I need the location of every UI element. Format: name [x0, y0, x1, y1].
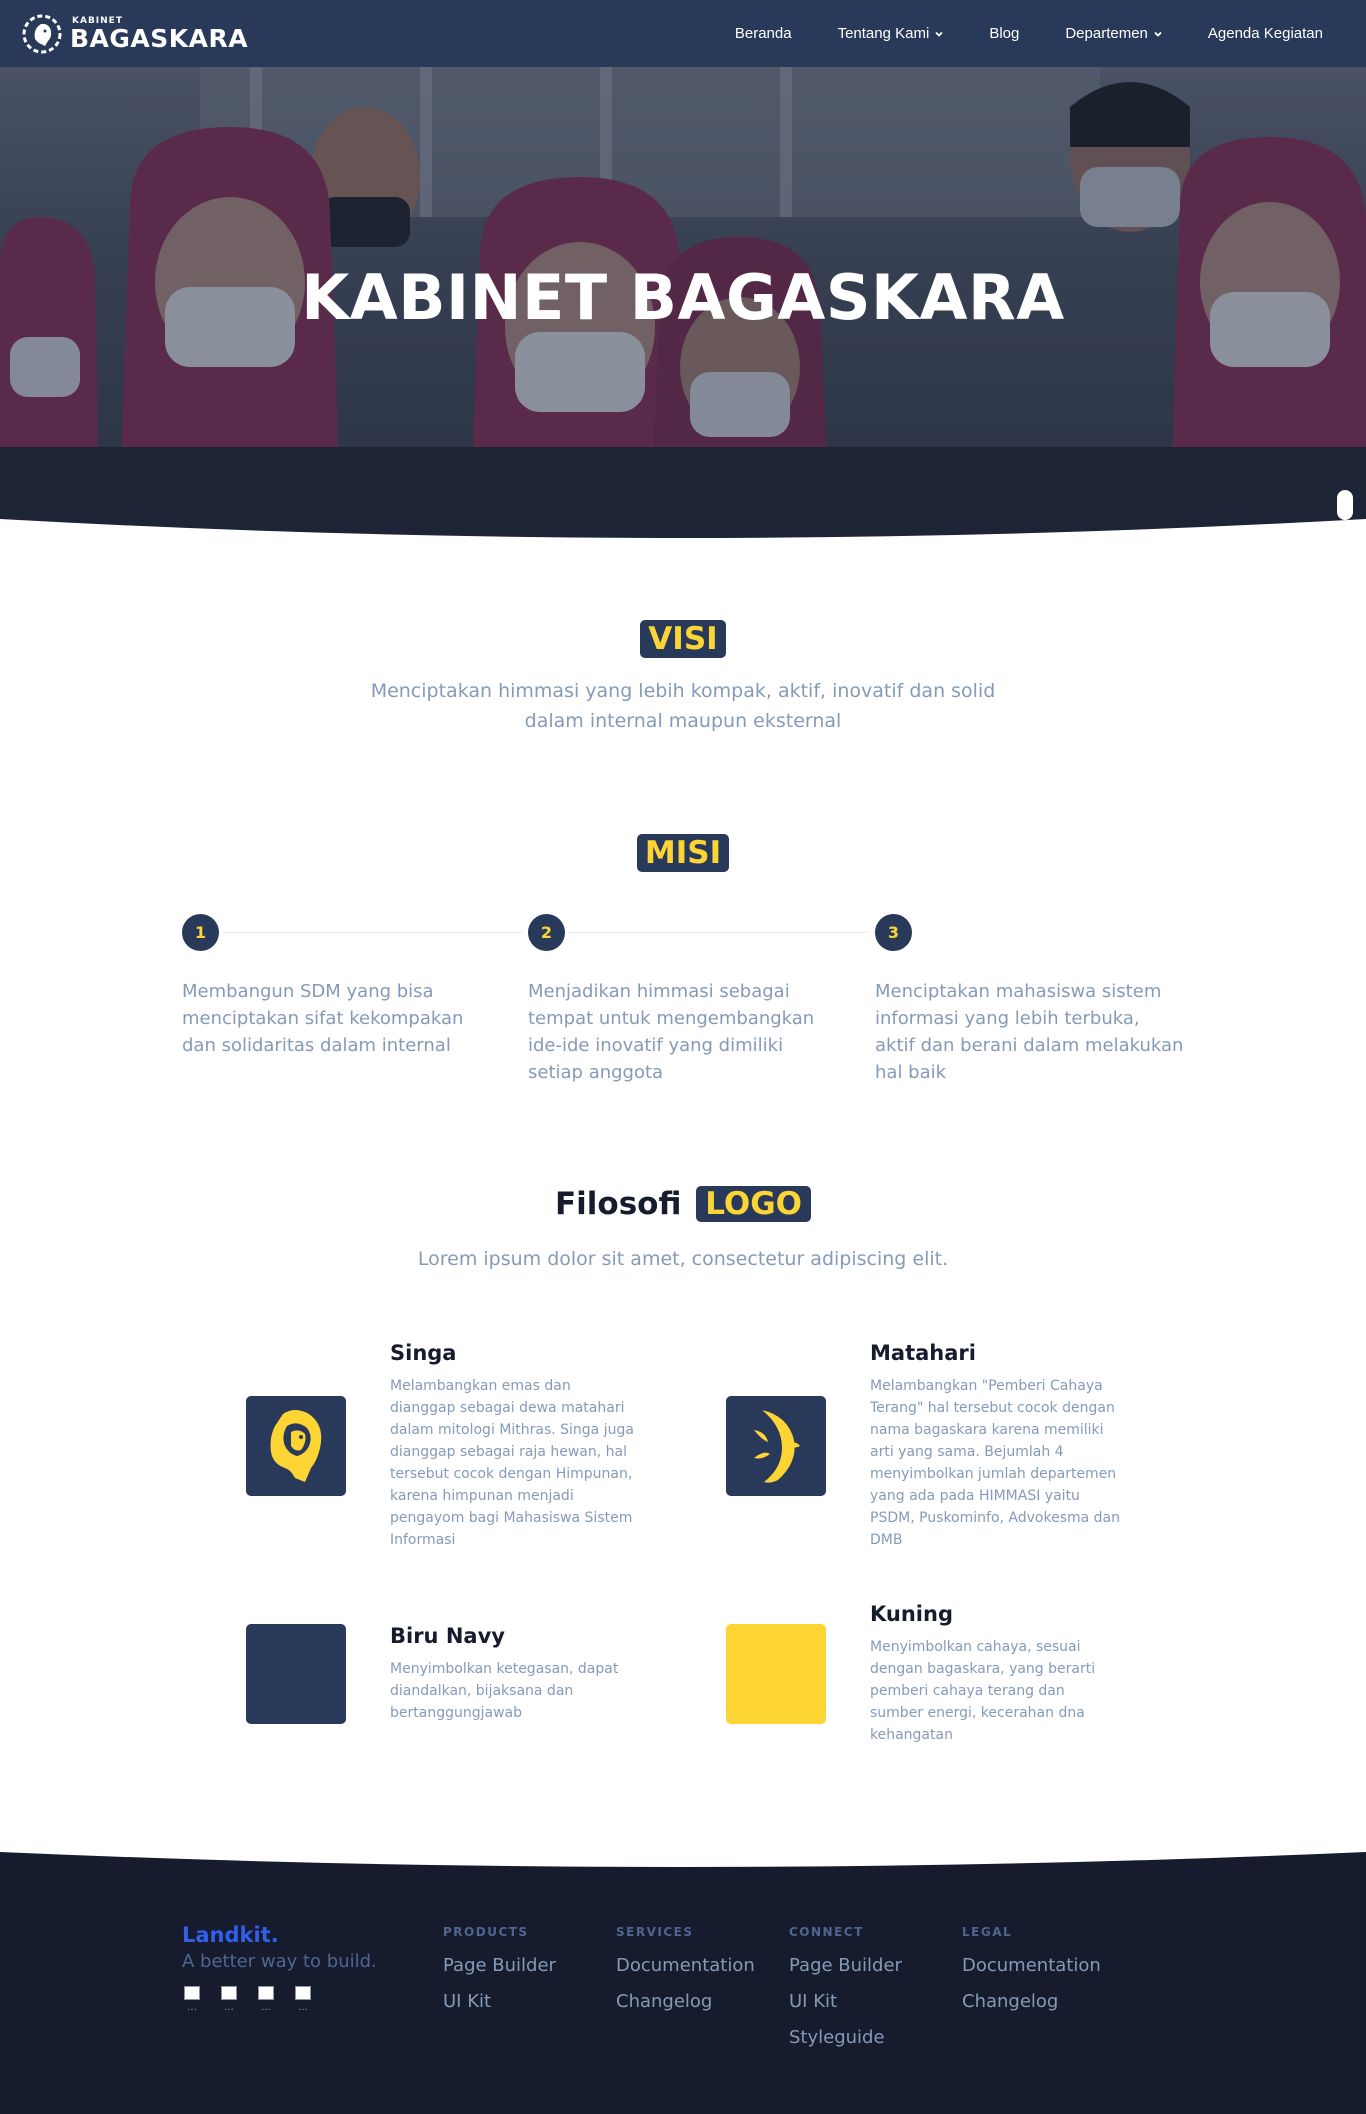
step-number: 3	[875, 914, 912, 951]
navy-color-swatch	[246, 1624, 346, 1724]
feature-text: Menyimbolkan ketegasan, dapat diandalkan…	[390, 1661, 619, 1721]
brand-logo[interactable]: KABINET BAGASKARA	[20, 12, 248, 56]
yellow-color-swatch	[726, 1624, 826, 1724]
footer-link[interactable]: Documentation	[962, 1955, 1101, 1976]
footer-socials: ... ... ... ...	[182, 1986, 313, 2022]
misi-badge: MISI	[636, 834, 730, 872]
nav-label: Blog	[989, 25, 1020, 42]
feature-title: Matahari	[870, 1341, 976, 1365]
hero-title: KABINET BAGASKARA	[301, 261, 1065, 334]
feature-text: Melambangkan "Pemberi Cahaya Terang" hal…	[870, 1378, 1121, 1548]
lion-icon	[270, 1410, 322, 1482]
footer-column-heading: LEGAL	[962, 1925, 1013, 1939]
hero-section: KABINET BAGASKARA	[0, 67, 1366, 542]
chevron-down-icon	[935, 31, 943, 37]
footer-column-heading: PRODUCTS	[443, 1925, 529, 1939]
lion-logo-icon	[20, 12, 64, 56]
footer-column-legal: LEGAL Documentation Changelog	[962, 1925, 1101, 2027]
visi-heading: VISI	[0, 620, 1366, 658]
nav-agenda-kegiatan[interactable]: Agenda Kegiatan	[1185, 25, 1346, 42]
visi-badge: VISI	[640, 620, 726, 658]
misi-step: 3 Menciptakan mahasiswa sistem informasi…	[875, 914, 1185, 1086]
feature-text: Melambangkan emas dan dianggap sebagai d…	[390, 1378, 634, 1548]
feature-text: Menyimbolkan cahaya, sesuai dengan bagas…	[870, 1639, 1096, 1743]
footer-column-products: PRODUCTS Page Builder UI Kit	[443, 1925, 556, 2027]
lion-icon-box	[246, 1396, 346, 1496]
scroll-indicator[interactable]	[1337, 490, 1353, 520]
image-icon[interactable]: ...	[182, 1986, 202, 2022]
footer-brand[interactable]: Landkit.	[182, 1923, 279, 1947]
footer-link[interactable]: UI Kit	[443, 1991, 556, 2012]
image-icon[interactable]: ...	[293, 1986, 313, 2022]
brand-name: BAGASKARA	[70, 23, 249, 53]
footer-column-heading: CONNECT	[789, 1925, 864, 1939]
step-number: 2	[528, 914, 565, 951]
visi-text: Menciptakan himmasi yang lebih kompak, a…	[0, 676, 1366, 736]
step-text: Menciptakan mahasiswa sistem informasi y…	[875, 981, 1184, 1083]
filosofi-subtitle: Lorem ipsum dolor sit amet, consectetur …	[417, 1248, 949, 1270]
feature-title: Singa	[390, 1341, 457, 1365]
filosofi-heading: Filosofi LOGO	[0, 1186, 1366, 1222]
nav-beranda[interactable]: Beranda	[712, 25, 815, 42]
step-text: Menjadikan himmasi sebagai tempat untuk …	[528, 981, 815, 1083]
misi-heading: MISI	[0, 834, 1366, 872]
chevron-down-icon	[1154, 31, 1162, 37]
nav-label: Agenda Kegiatan	[1207, 25, 1323, 42]
nav-label: Departemen	[1065, 25, 1148, 42]
nav-label: Tentang Kami	[837, 25, 930, 42]
filosofi-badge: LOGO	[696, 1186, 812, 1222]
feature-title: Kuning	[870, 1602, 953, 1626]
footer-link[interactable]: Changelog	[962, 1991, 1101, 2012]
footer-tagline: A better way to build.	[182, 1951, 377, 1972]
nav-blog[interactable]: Blog	[966, 25, 1042, 42]
footer-link[interactable]: Documentation	[616, 1955, 755, 1976]
misi-step: 1 Membangun SDM yang bisa menciptakan si…	[182, 914, 492, 1059]
footer-link[interactable]: Styleguide	[789, 2027, 902, 2048]
visi-text-line: Menciptakan himmasi yang lebih kompak, a…	[370, 680, 996, 702]
sun-icon-box	[726, 1396, 826, 1496]
main-nav: Beranda Tentang Kami Blog Departemen Age…	[712, 25, 1346, 42]
footer-column-services: SERVICES Documentation Changelog	[616, 1925, 755, 2027]
step-text: Membangun SDM yang bisa menciptakan sifa…	[182, 981, 464, 1056]
nav-tentang-kami[interactable]: Tentang Kami	[815, 25, 967, 42]
feature-title: Biru Navy	[390, 1624, 505, 1648]
footer-top-shape	[0, 1830, 1366, 1870]
visi-text-line: dalam internal maupun eksternal	[524, 710, 842, 732]
footer-link[interactable]: Page Builder	[789, 1955, 902, 1976]
step-number: 1	[182, 914, 219, 951]
navbar: KABINET BAGASKARA Beranda Tentang Kami B…	[0, 0, 1366, 67]
sun-icon	[754, 1410, 800, 1483]
image-icon[interactable]: ...	[256, 1986, 276, 2022]
nav-departemen[interactable]: Departemen	[1042, 25, 1185, 42]
filosofi-title: Filosofi	[554, 1186, 682, 1222]
footer-link[interactable]: Page Builder	[443, 1955, 556, 1976]
footer-column-connect: CONNECT Page Builder UI Kit Styleguide	[789, 1925, 902, 2063]
footer-link[interactable]: Changelog	[616, 1991, 755, 2012]
footer-column-heading: SERVICES	[616, 1925, 694, 1939]
image-icon[interactable]: ...	[219, 1986, 239, 2022]
nav-label: Beranda	[734, 25, 792, 42]
misi-step: 2 Menjadikan himmasi sebagai tempat untu…	[528, 914, 838, 1086]
footer-link[interactable]: UI Kit	[789, 1991, 902, 2012]
